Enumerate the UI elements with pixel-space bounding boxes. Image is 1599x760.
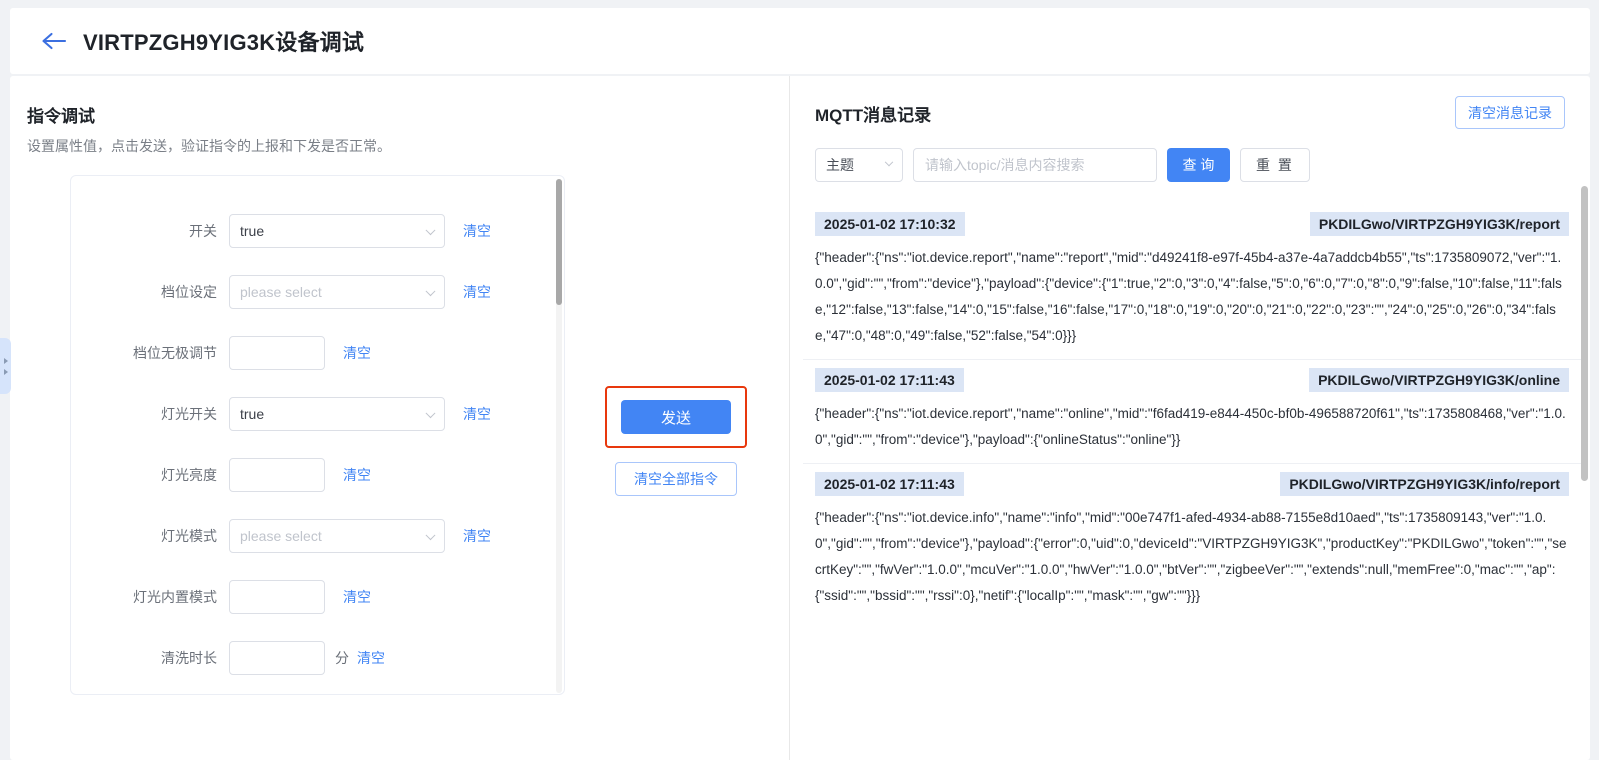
property-input[interactable] bbox=[229, 458, 325, 492]
mqtt-message-topic: PKDILGwo/VIRTPZGH9YIG3K/report bbox=[1309, 212, 1569, 236]
form-scrollbar[interactable] bbox=[556, 179, 562, 693]
sidebar-collapse-handle[interactable] bbox=[0, 338, 11, 394]
mqtt-search-input[interactable] bbox=[913, 148, 1157, 182]
mqtt-message-item: 2025-01-02 17:11:43 PKDILGwo/VIRTPZGH9YIG… bbox=[803, 463, 1581, 619]
arrow-left-icon bbox=[42, 32, 67, 50]
clear-property-link[interactable]: 清空 bbox=[463, 526, 491, 546]
property-row: 档位无极调节 清空 bbox=[71, 333, 564, 373]
page-header: VIRTPZGH9YIG3K设备调试 bbox=[10, 8, 1590, 74]
clear-all-commands-button[interactable]: 清空全部指令 bbox=[615, 462, 737, 496]
property-input[interactable] bbox=[229, 336, 325, 370]
mqtt-message-time: 2025-01-02 17:11:43 bbox=[815, 368, 964, 392]
mqtt-message-time: 2025-01-02 17:10:32 bbox=[815, 212, 965, 236]
property-label: 灯光开关 bbox=[161, 406, 217, 422]
chevron-down-icon bbox=[884, 157, 894, 167]
back-button[interactable] bbox=[40, 27, 68, 55]
property-select-value: true bbox=[240, 223, 265, 239]
log-scrollbar[interactable] bbox=[1581, 186, 1588, 746]
chevron-right-icon bbox=[3, 368, 8, 375]
send-button[interactable]: 发送 bbox=[621, 400, 731, 434]
property-row: 灯光模式 please select 清空 bbox=[71, 516, 564, 556]
reset-button[interactable]: 重 置 bbox=[1240, 148, 1310, 182]
clear-property-link[interactable]: 清空 bbox=[357, 648, 385, 668]
query-button[interactable]: 查 询 bbox=[1167, 148, 1230, 182]
mqtt-message-topic: PKDILGwo/VIRTPZGH9YIG3K/info/report bbox=[1280, 472, 1569, 496]
property-label: 档位设定 bbox=[161, 284, 217, 300]
chevron-down-icon bbox=[425, 225, 436, 236]
mqtt-message-time: 2025-01-02 17:11:43 bbox=[815, 472, 964, 496]
send-highlight-box: 发送 bbox=[605, 386, 747, 448]
property-form-rows: 开关 true 清空 档位设定 please select 清空 档位无极调节 清空 灯光开关 t… bbox=[71, 176, 564, 678]
log-scrollbar-thumb[interactable] bbox=[1581, 186, 1588, 481]
command-debug-panel: 指令调试 设置属性值，点击发送，验证指令的上报和下发是否正常。 开关 true 清空… bbox=[10, 76, 790, 760]
page-title: VIRTPZGH9YIG3K设备调试 bbox=[83, 30, 365, 55]
property-label: 档位无极调节 bbox=[133, 345, 217, 361]
mqtt-message-topic: PKDILGwo/VIRTPZGH9YIG3K/online bbox=[1309, 368, 1569, 392]
clear-message-log-button[interactable]: 清空消息记录 bbox=[1455, 96, 1565, 129]
property-select[interactable]: please select bbox=[229, 275, 445, 309]
property-row: 档位设定 please select 清空 bbox=[71, 272, 564, 312]
clear-property-link[interactable]: 清空 bbox=[343, 587, 371, 607]
clear-property-link[interactable]: 清空 bbox=[463, 282, 491, 302]
form-scrollbar-thumb[interactable] bbox=[556, 179, 562, 305]
mqtt-message-header: 2025-01-02 17:11:43 PKDILGwo/VIRTPZGH9YIG… bbox=[815, 472, 1569, 496]
property-row: 灯光开关 true 清空 bbox=[71, 394, 564, 434]
property-select[interactable]: please select bbox=[229, 519, 445, 553]
clear-property-link[interactable]: 清空 bbox=[463, 221, 491, 241]
property-row: 灯光内置模式 清空 bbox=[71, 577, 564, 617]
property-label: 灯光内置模式 bbox=[133, 589, 217, 605]
mqtt-message-item: 2025-01-02 17:10:32 PKDILGwo/VIRTPZGH9YIG… bbox=[803, 204, 1581, 359]
content-area: 指令调试 设置属性值，点击发送，验证指令的上报和下发是否正常。 开关 true 清空… bbox=[10, 76, 1590, 760]
command-debug-title: 指令调试 bbox=[27, 107, 95, 126]
chevron-down-icon bbox=[425, 408, 436, 419]
command-debug-subtitle: 设置属性值，点击发送，验证指令的上报和下发是否正常。 bbox=[27, 138, 391, 154]
property-select[interactable]: true bbox=[229, 214, 445, 248]
clear-property-link[interactable]: 清空 bbox=[463, 404, 491, 424]
property-unit: 分 bbox=[335, 650, 349, 666]
mqtt-message-header: 2025-01-02 17:11:43 PKDILGwo/VIRTPZGH9YIG… bbox=[815, 368, 1569, 392]
property-label: 灯光模式 bbox=[161, 528, 217, 544]
chevron-right-icon bbox=[3, 357, 8, 364]
property-row: 清洗时长 分清空 bbox=[71, 638, 564, 678]
chevron-down-icon bbox=[425, 530, 436, 541]
property-select[interactable]: true bbox=[229, 397, 445, 431]
property-row: 开关 true 清空 bbox=[71, 211, 564, 251]
mqtt-message-payload: {"header":{"ns":"iot.device.report","nam… bbox=[815, 406, 1566, 447]
mqtt-log-panel: MQTT消息记录 清空消息记录 主题 查 询 重 置 2025-01-02 17… bbox=[790, 76, 1590, 760]
property-form-card: 开关 true 清空 档位设定 please select 清空 档位无极调节 清空 灯光开关 t… bbox=[70, 175, 565, 695]
clear-property-link[interactable]: 清空 bbox=[343, 465, 371, 485]
mqtt-message-payload: {"header":{"ns":"iot.device.report","nam… bbox=[815, 250, 1562, 343]
property-select-value: please select bbox=[240, 284, 322, 300]
property-select-value: true bbox=[240, 406, 265, 422]
property-label: 灯光亮度 bbox=[161, 467, 217, 483]
app-root: VIRTPZGH9YIG3K设备调试 指令调试 设置属性值，点击发送，验证指令的… bbox=[0, 0, 1599, 760]
clear-property-link[interactable]: 清空 bbox=[343, 343, 371, 363]
mqtt-message-payload: {"header":{"ns":"iot.device.info","name"… bbox=[815, 510, 1567, 603]
mqtt-filter-bar: 主题 查 询 重 置 bbox=[815, 148, 1310, 182]
mqtt-message-item: 2025-01-02 17:11:43 PKDILGwo/VIRTPZGH9YIG… bbox=[803, 359, 1581, 463]
property-label: 开关 bbox=[189, 223, 217, 239]
property-input[interactable] bbox=[229, 641, 325, 675]
topic-type-select[interactable]: 主题 bbox=[815, 148, 903, 182]
topic-type-select-value: 主题 bbox=[826, 157, 854, 173]
property-row: 灯光亮度 清空 bbox=[71, 455, 564, 495]
chevron-down-icon bbox=[425, 286, 436, 297]
mqtt-message-list: 2025-01-02 17:10:32 PKDILGwo/VIRTPZGH9YIG… bbox=[803, 204, 1581, 760]
send-button-group: 发送 清空全部指令 bbox=[605, 386, 747, 496]
mqtt-message-header: 2025-01-02 17:10:32 PKDILGwo/VIRTPZGH9YIG… bbox=[815, 212, 1569, 236]
mqtt-log-title: MQTT消息记录 bbox=[815, 106, 932, 125]
property-input[interactable] bbox=[229, 580, 325, 614]
property-select-value: please select bbox=[240, 528, 322, 544]
property-label: 清洗时长 bbox=[161, 650, 217, 666]
